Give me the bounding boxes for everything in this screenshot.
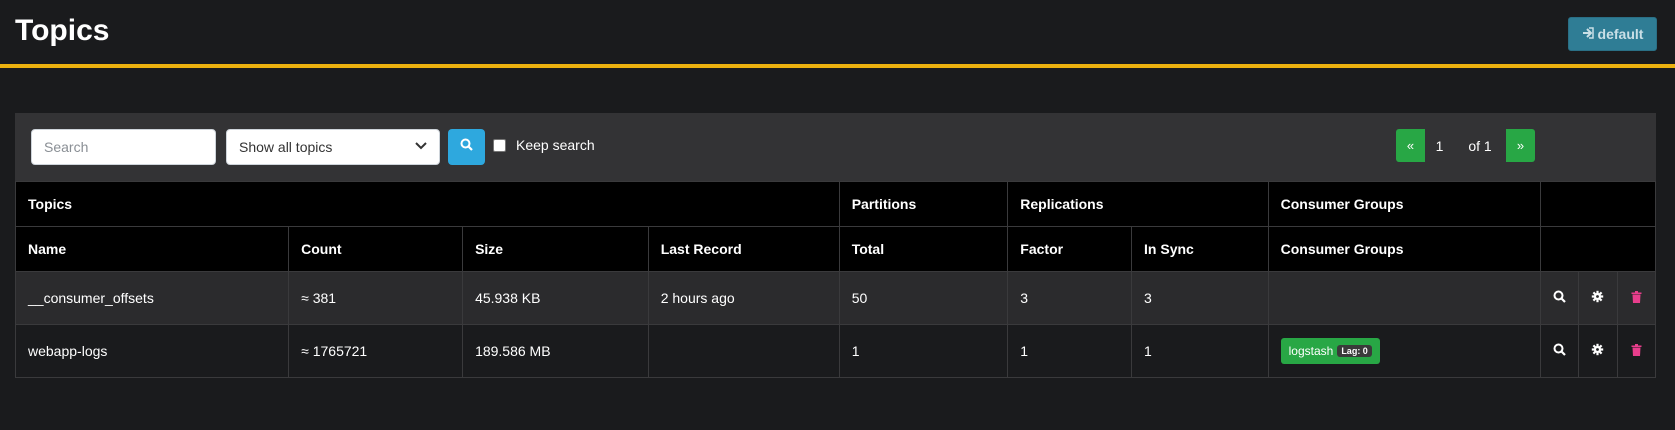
delete-topic-button[interactable] [1616,271,1656,325]
group-header-row: Topics Partitions Replications Consumer … [15,181,1657,227]
topic-count: ≈ 381 [288,271,464,325]
column-header-in-sync[interactable]: In Sync [1131,226,1269,272]
topic-in-sync: 3 [1131,271,1269,325]
view-topic-button[interactable] [1539,324,1580,378]
consumer-group-name: logstash [1288,344,1334,358]
topic-filter-select[interactable]: Show all topics [226,129,440,165]
group-header-consumer-groups: Consumer Groups [1267,181,1541,227]
search-button[interactable] [448,129,485,165]
page-title: Topics [15,14,110,47]
trash-icon [1631,343,1642,359]
prev-page-button[interactable]: « [1396,129,1425,162]
lag-badge: Lag: 0 [1337,345,1372,357]
page-count: of 1 [1454,129,1506,162]
column-header-factor[interactable]: Factor [1007,226,1133,272]
sign-in-icon [1582,26,1594,42]
cluster-select-button[interactable]: default [1568,17,1657,51]
cluster-name: default [1597,26,1644,42]
topic-last-record [647,324,840,378]
table-row[interactable]: webapp-logs ≈ 1765721 189.586 MB 1 1 1 l… [14,324,1656,378]
column-header-name[interactable]: Name [14,226,290,272]
chevron-down-icon [415,141,427,153]
topic-replication-factor: 3 [1007,271,1133,325]
search-icon [1553,343,1566,359]
topic-partitions-total: 1 [838,324,1009,378]
column-header-actions [1539,226,1657,272]
column-header-consumer-groups[interactable]: Consumer Groups [1267,226,1541,272]
gear-icon [1591,290,1604,306]
gear-icon [1591,343,1604,359]
page-header: Topics default [0,0,1675,68]
pagination: « 1 of 1 » [1396,129,1535,162]
column-header-row: Name Count Size Last Record Total Factor… [14,226,1657,272]
search-icon [1553,290,1566,306]
group-header-partitions: Partitions [838,181,1009,227]
configure-topic-button[interactable] [1578,271,1618,325]
topic-consumer-groups: logstash Lag: 0 [1267,324,1541,378]
topic-in-sync: 1 [1131,324,1269,378]
topics-table: Topics Partitions Replications Consumer … [14,181,1657,378]
group-header-topics: Topics [15,181,840,227]
column-header-count[interactable]: Count [288,226,464,272]
topic-name[interactable]: __consumer_offsets [14,271,290,325]
search-toolbar: Show all topics Keep search « 1 of 1 » [15,113,1656,181]
group-header-actions [1539,181,1657,227]
configure-topic-button[interactable] [1578,324,1618,378]
trash-icon [1631,290,1642,306]
current-page: 1 [1425,129,1454,162]
search-input[interactable] [31,129,216,165]
topic-consumer-groups [1267,271,1541,325]
column-header-total[interactable]: Total [838,226,1009,272]
consumer-group-badge[interactable]: logstash Lag: 0 [1280,338,1380,364]
view-topic-button[interactable] [1539,271,1580,325]
search-icon [460,138,473,156]
topic-size: 45.938 KB [462,271,649,325]
keep-search-checkbox[interactable] [493,138,506,152]
topic-name[interactable]: webapp-logs [14,324,290,378]
topic-count: ≈ 1765721 [288,324,464,378]
topic-last-record: 2 hours ago [647,271,840,325]
table-row[interactable]: __consumer_offsets ≈ 381 45.938 KB 2 hou… [14,271,1656,325]
column-header-last-record[interactable]: Last Record [647,226,840,272]
topic-partitions-total: 50 [838,271,1009,325]
topic-filter-value: Show all topics [239,139,333,155]
next-page-button[interactable]: » [1506,129,1535,162]
topic-size: 189.586 MB [462,324,649,378]
keep-search-control: Keep search [493,137,595,153]
keep-search-label: Keep search [516,137,595,153]
topic-replication-factor: 1 [1007,324,1133,378]
group-header-replications: Replications [1007,181,1269,227]
delete-topic-button[interactable] [1616,324,1656,378]
column-header-size[interactable]: Size [462,226,649,272]
